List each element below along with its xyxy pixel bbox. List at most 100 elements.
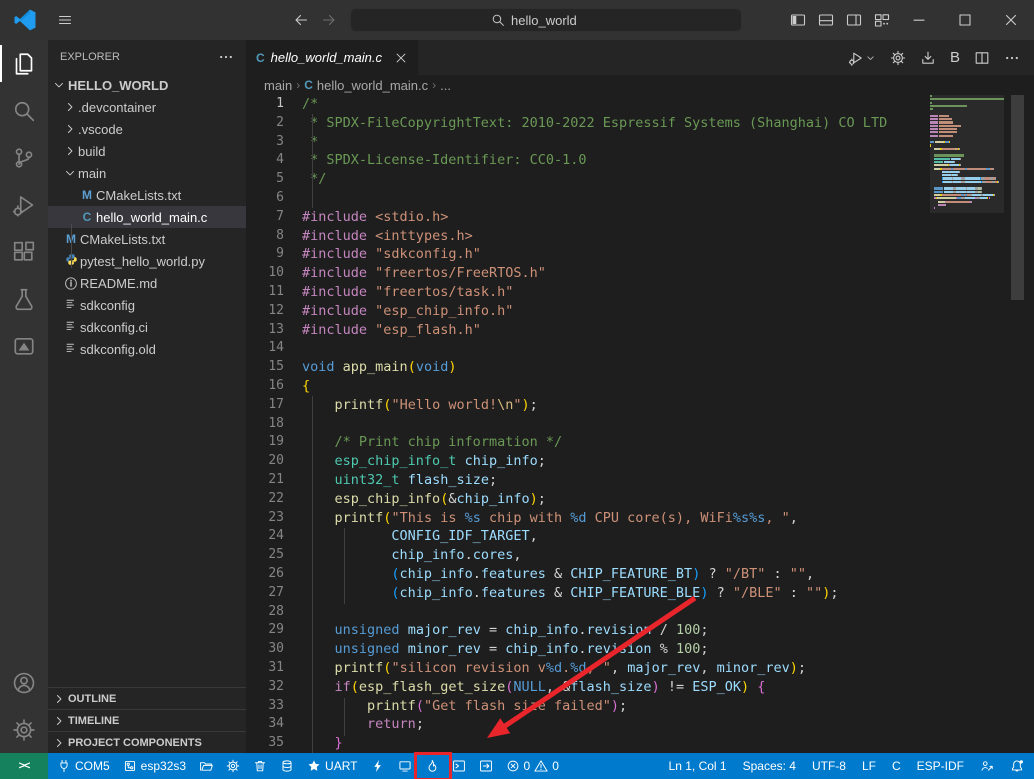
tree-item--vscode[interactable]: .vscode (48, 118, 246, 140)
tree-item-build[interactable]: build (48, 140, 246, 162)
code-line[interactable]: 20 esp_chip_info_t chip_info; (246, 452, 1034, 471)
status-open-terminal[interactable] (452, 759, 466, 773)
code-line[interactable]: 21 uint32_t flash_size; (246, 471, 1034, 490)
tree-item-sdkconfig-ci[interactable]: sdkconfig.ci (48, 316, 246, 338)
code-editor[interactable]: 1/*2 * SPDX-FileCopyrightText: 2010-2022… (246, 95, 1034, 753)
tab-hello-world-main[interactable]: C hello_world_main.c (246, 40, 418, 75)
tree-item-pytest-hello-world-py[interactable]: pytest_hello_world.py (48, 250, 246, 272)
code-line[interactable]: 1/* (246, 95, 1034, 114)
status-cursor-position[interactable]: Ln 1, Col 1 (669, 759, 727, 773)
activity-item-esp-idf[interactable] (0, 322, 48, 369)
status-problems[interactable]: 00 (506, 759, 559, 773)
tree-item--devcontainer[interactable]: .devcontainer (48, 96, 246, 118)
code-line[interactable]: 23 printf("This is %s chip with %d CPU c… (246, 509, 1034, 528)
action-split-editor[interactable] (974, 50, 990, 66)
code-line[interactable]: 30 unsigned minor_rev = chip_info.revisi… (246, 640, 1034, 659)
code-line[interactable]: 4 * SPDX-License-Identifier: CC0-1.0 (246, 151, 1034, 170)
status-sdk-configuration[interactable] (226, 759, 240, 773)
tree-item-cmakelists-txt[interactable]: MCMakeLists.txt (48, 184, 246, 206)
action-flash-device[interactable] (920, 50, 936, 66)
code-line[interactable]: 7#include <stdio.h> (246, 208, 1034, 227)
status-full-clean[interactable] (253, 759, 267, 773)
code-line[interactable]: 12#include "esp_chip_info.h" (246, 302, 1034, 321)
code-line[interactable]: 27 (chip_info.features & CHIP_FEATURE_BL… (246, 584, 1034, 603)
code-line[interactable]: 17 printf("Hello world!\n"); (246, 396, 1034, 415)
code-line[interactable]: 28 (246, 603, 1034, 622)
code-line[interactable]: 32 if(esp_flash_get_size(NULL, &flash_si… (246, 678, 1034, 697)
code-line[interactable]: 2 * SPDX-FileCopyrightText: 2010-2022 Es… (246, 114, 1034, 133)
vertical-scrollbar[interactable] (1011, 95, 1024, 300)
code-line[interactable]: 11#include "freertos/task.h" (246, 283, 1034, 302)
code-line[interactable]: 13#include "esp_flash.h" (246, 321, 1034, 340)
activity-item-settings[interactable] (0, 706, 48, 753)
section-outline[interactable]: OUTLINE (48, 687, 246, 709)
code-line[interactable]: 19 /* Print chip information */ (246, 433, 1034, 452)
action-build[interactable]: B (950, 49, 960, 66)
tab-close-icon[interactable] (394, 51, 408, 65)
tree-item-readme-md[interactable]: ⓘREADME.md (48, 272, 246, 294)
back-icon[interactable] (293, 12, 309, 28)
activity-item-extensions[interactable] (0, 228, 48, 275)
status-device-target[interactable]: esp32s3 (123, 759, 186, 773)
status-esp-idf-version[interactable]: ESP-IDF (917, 759, 964, 773)
tree-item-cmakelists-txt[interactable]: MCMakeLists.txt (48, 228, 246, 250)
code-line[interactable]: 14 (246, 339, 1034, 358)
code-line[interactable]: 34 return; (246, 715, 1034, 734)
code-line[interactable]: 25 chip_info.cores, (246, 546, 1034, 565)
breadcrumb-folder[interactable]: main (264, 78, 292, 93)
status-build-flash-monitor[interactable] (425, 759, 439, 773)
status-indentation[interactable]: Spaces: 4 (743, 759, 796, 773)
activity-item-explorer[interactable] (0, 40, 48, 87)
breadcrumb-file[interactable]: hello_world_main.c (317, 78, 428, 93)
explorer-more-icon[interactable] (218, 49, 234, 65)
search-input[interactable] (511, 13, 601, 28)
code-line[interactable]: 3 * (246, 133, 1034, 152)
code-line[interactable]: 10#include "freertos/FreeRTOS.h" (246, 264, 1034, 283)
close-icon[interactable] (988, 0, 1034, 40)
status-custom-task[interactable] (479, 759, 493, 773)
tree-item-sdkconfig-old[interactable]: sdkconfig.old (48, 338, 246, 360)
section-project-components[interactable]: PROJECT COMPONENTS (48, 731, 246, 753)
status-monitor-device[interactable] (398, 759, 412, 773)
code-line[interactable]: 24 CONFIG_IDF_TARGET, (246, 527, 1034, 546)
workspace-root[interactable]: HELLO_WORLD (48, 74, 246, 96)
code-line[interactable]: 8#include <inttypes.h> (246, 227, 1034, 246)
customize-layout-icon[interactable] (868, 0, 896, 40)
code-line[interactable]: 15void app_main(void) (246, 358, 1034, 377)
activity-item-testing[interactable] (0, 275, 48, 322)
menu-icon[interactable] (57, 12, 73, 28)
command-center-search[interactable] (350, 8, 742, 32)
toggle-panel-icon[interactable] (812, 0, 840, 40)
status-select-project-folder[interactable] (199, 759, 213, 773)
activity-item-run-debug[interactable] (0, 181, 48, 228)
status-feedback[interactable] (980, 759, 994, 773)
action-run-device[interactable] (848, 50, 876, 66)
code-line[interactable]: 5 */ (246, 170, 1034, 189)
toggle-secondary-sidebar-icon[interactable] (840, 0, 868, 40)
code-line[interactable]: 22 esp_chip_info(&chip_info); (246, 490, 1034, 509)
status-serial-port[interactable]: COM5 (57, 759, 110, 773)
activity-item-search[interactable] (0, 87, 48, 134)
tree-item-hello-world-main-c[interactable]: Chello_world_main.c (48, 206, 246, 228)
remote-indicator[interactable]: >< (0, 753, 48, 779)
minimap-slider[interactable] (930, 95, 1004, 213)
code-line[interactable]: 16{ (246, 377, 1034, 396)
code-line[interactable]: 35 } (246, 734, 1034, 753)
tree-item-sdkconfig[interactable]: sdkconfig (48, 294, 246, 316)
forward-icon[interactable] (321, 12, 337, 28)
toggle-sidebar-icon[interactable] (784, 0, 812, 40)
code-line[interactable]: 26 (chip_info.features & CHIP_FEATURE_BT… (246, 565, 1034, 584)
code-line[interactable]: 33 printf("Get flash size failed"); (246, 697, 1034, 716)
status-eol[interactable]: LF (862, 759, 876, 773)
code-line[interactable]: 9#include "sdkconfig.h" (246, 245, 1034, 264)
section-timeline[interactable]: TIMELINE (48, 709, 246, 731)
tree-item-main[interactable]: main (48, 162, 246, 184)
code-line[interactable]: 18 (246, 415, 1034, 434)
status-flash-method[interactable]: UART (307, 759, 357, 773)
code-line[interactable]: 29 unsigned major_rev = chip_info.revisi… (246, 621, 1034, 640)
status-language-mode[interactable]: C (892, 759, 901, 773)
code-line[interactable]: 6 (246, 189, 1034, 208)
action-more-actions[interactable] (1004, 50, 1020, 66)
code-line[interactable]: 31 printf("silicon revision v%d.%d, ", m… (246, 659, 1034, 678)
maximize-icon[interactable] (942, 0, 988, 40)
